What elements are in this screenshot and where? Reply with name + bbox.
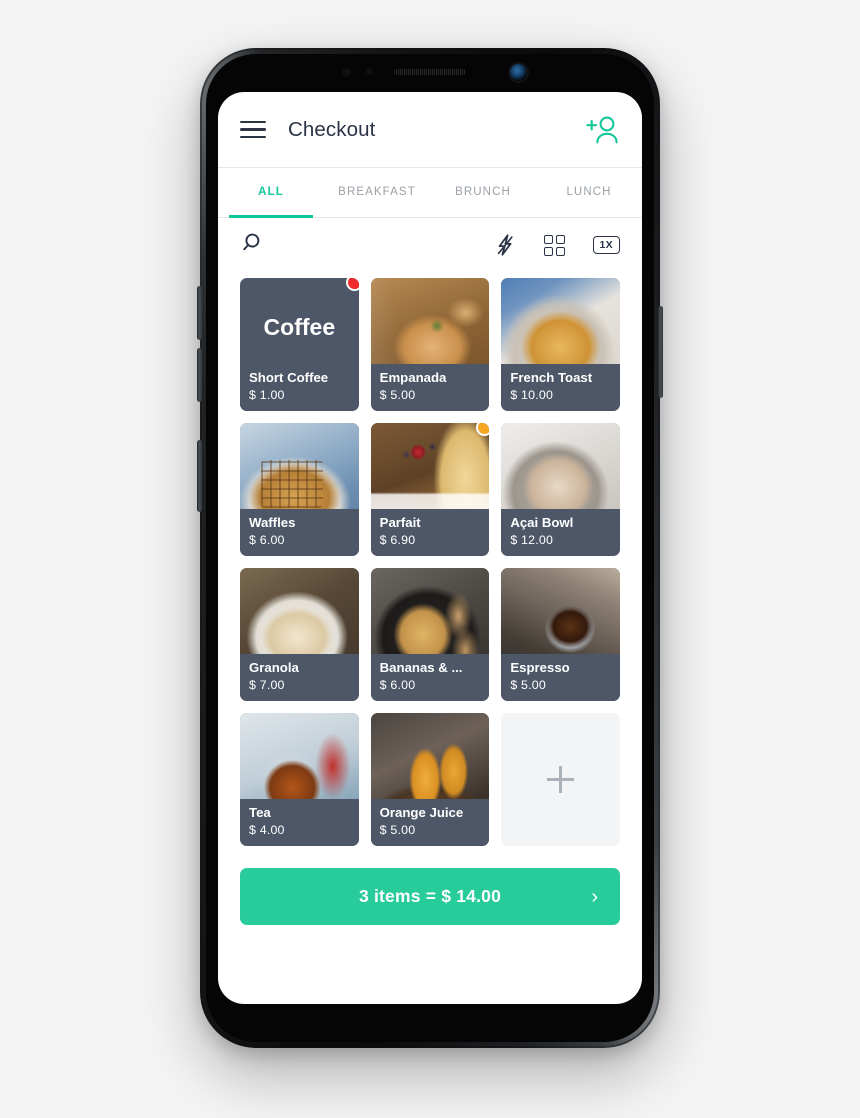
page-title: Checkout (288, 117, 376, 141)
grid-cell (543, 234, 553, 244)
product-name: Tea (249, 805, 271, 821)
product-price: $ 10.00 (510, 388, 554, 402)
product-card-espresso[interactable]: Espresso $ 5.00 (501, 568, 620, 701)
search-icon[interactable] (240, 232, 262, 259)
product-price: $ 5.00 (379, 388, 416, 402)
light-sensor-icon (366, 68, 373, 75)
product-info: Short Coffee $ 1.00 (240, 364, 359, 411)
product-card-orange-juice[interactable]: Orange Juice $ 5.00 (370, 713, 490, 846)
product-info: Granola $ 7.00 (240, 654, 359, 701)
product-price: $ 7.00 (249, 678, 285, 692)
product-card-waffles[interactable]: Waffles $ 6.00 (240, 423, 359, 556)
product-price: $ 6.00 (379, 678, 416, 692)
product-name: Bananas & ... (379, 660, 463, 676)
product-info: Espresso $ 5.00 (501, 654, 620, 701)
tab-breakfast[interactable]: BREAKFAST (324, 168, 430, 217)
front-camera-icon (510, 64, 527, 81)
product-name: Waffles (249, 515, 296, 531)
grid-cell (555, 246, 565, 256)
zoom-level-button[interactable]: 1X (592, 236, 620, 254)
phone-screen: Checkout ALL BREAKFAST BRUNCH LUNCH 1X C… (218, 92, 642, 1004)
category-tab-bar: ALL BREAKFAST BRUNCH LUNCH (218, 168, 642, 218)
status-badge (345, 278, 359, 291)
bixby-button[interactable] (197, 440, 202, 512)
product-info: Empanada $ 5.00 (370, 364, 490, 411)
toolbar: 1X (218, 218, 642, 272)
status-badge (476, 423, 490, 436)
volume-up-button[interactable] (197, 286, 202, 340)
product-name: Empanada (379, 370, 447, 386)
tab-lunch[interactable]: LUNCH (536, 168, 642, 217)
tab-brunch[interactable]: BRUNCH (430, 168, 536, 217)
product-info: Waffles $ 6.00 (240, 509, 359, 556)
product-price: $ 6.90 (379, 533, 416, 547)
product-card-tea[interactable]: Tea $ 4.00 (240, 713, 359, 846)
speaker-grille-icon (394, 69, 466, 75)
volume-down-button[interactable] (197, 348, 202, 402)
product-info: Orange Juice $ 5.00 (370, 799, 490, 846)
product-price: $ 5.00 (510, 678, 546, 692)
add-product-tile[interactable] (501, 713, 620, 846)
plus-icon (547, 766, 575, 793)
product-info: Açai Bowl $ 12.00 (501, 509, 620, 556)
grid-cell (555, 234, 565, 244)
product-card-empanada[interactable]: Empanada $ 5.00 (370, 278, 490, 411)
product-price: $ 12.00 (510, 533, 554, 547)
product-price: $ 4.00 (249, 823, 285, 837)
app-bar: Checkout (218, 92, 642, 168)
product-card-french-toast[interactable]: French Toast $ 10.00 (501, 278, 620, 411)
product-grid: Coffee Short Coffee $ 1.00 Empanada $ 5.… (218, 272, 642, 846)
product-name: Orange Juice (379, 805, 464, 821)
product-info: Parfait $ 6.90 (370, 509, 490, 556)
product-name: Açai Bowl (510, 515, 574, 531)
product-info: Tea $ 4.00 (240, 799, 359, 846)
product-price: $ 5.00 (379, 823, 416, 837)
product-display-title: Coffee (263, 314, 336, 340)
product-card-granola[interactable]: Granola $ 7.00 (240, 568, 359, 701)
product-info: Bananas & ... $ 6.00 (370, 654, 490, 701)
product-name: Short Coffee (249, 370, 329, 386)
product-name: Parfait (379, 515, 421, 531)
grid-cell (543, 246, 553, 256)
zoom-level-label: 1X (592, 236, 620, 254)
tab-all[interactable]: ALL (218, 168, 324, 218)
checkout-total-label: 3 items = $ 14.00 (358, 886, 502, 906)
product-price: $ 1.00 (249, 388, 285, 402)
add-person-icon[interactable] (582, 113, 620, 147)
product-name: Granola (249, 660, 299, 676)
hamburger-menu-icon[interactable] (240, 120, 266, 139)
product-info: French Toast $ 10.00 (501, 364, 620, 411)
checkout-button[interactable]: 3 items = $ 14.00 › (240, 868, 620, 925)
proximity-sensor-icon (342, 68, 351, 77)
product-card-bananas[interactable]: Bananas & ... $ 6.00 (370, 568, 490, 701)
grid-view-icon[interactable] (543, 234, 565, 256)
product-card-acai-bowl[interactable]: Açai Bowl $ 12.00 (501, 423, 620, 556)
product-price: $ 6.00 (249, 533, 285, 547)
chevron-right-icon: › (591, 885, 598, 908)
product-card-short-coffee[interactable]: Coffee Short Coffee $ 1.00 (240, 278, 359, 411)
lightning-bolt-icon[interactable] (494, 233, 516, 257)
phone-device: Checkout ALL BREAKFAST BRUNCH LUNCH 1X C… (197, 48, 663, 1048)
power-button[interactable] (658, 306, 663, 398)
product-name: Espresso (510, 660, 570, 676)
product-card-parfait[interactable]: Parfait $ 6.90 (370, 423, 490, 556)
product-name: French Toast (510, 370, 593, 386)
